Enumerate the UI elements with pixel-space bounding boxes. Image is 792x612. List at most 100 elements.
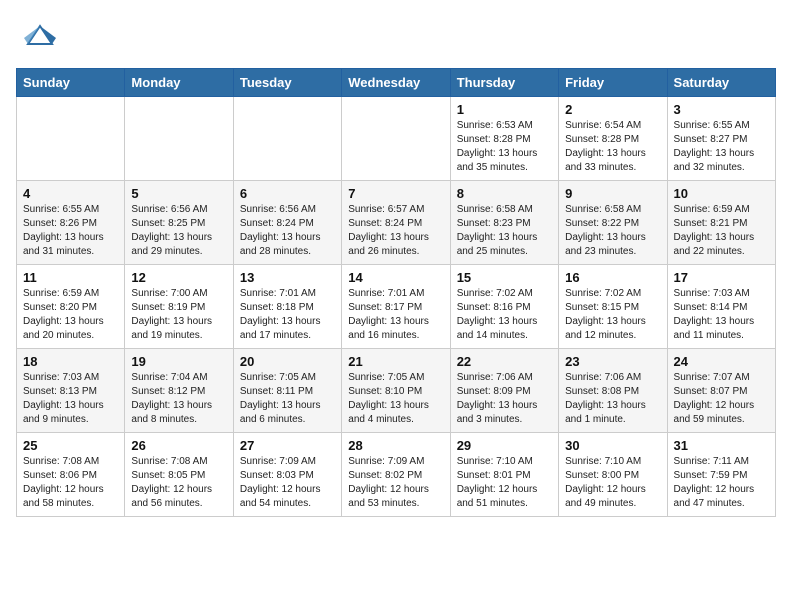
day-number: 16 — [565, 270, 660, 285]
calendar-cell: 24 Sunrise: 7:07 AM Sunset: 8:07 PM Dayli… — [667, 349, 775, 433]
day-info: Sunrise: 6:58 AM Sunset: 8:22 PM Dayligh… — [565, 203, 660, 259]
calendar-cell: 2Sunrise: 6:54 AM Sunset: 8:28 PM Daylig… — [559, 97, 667, 181]
day-info: Sunrise: 7:09 AM Sunset: 8:02 PM Dayligh… — [348, 455, 443, 511]
calendar-cell: 1 Sunrise: 6:53 AM Sunset: 8:28 PM Daylig… — [450, 97, 558, 181]
day-info: Sunrise: 6:53 AM Sunset: 8:28 PM Dayligh… — [457, 119, 552, 175]
calendar-cell: 15 Sunrise: 7:02 AM Sunset: 8:16 PM Dayli… — [450, 265, 558, 349]
day-info: Sunrise: 7:10 AM Sunset: 8:00 PM Dayligh… — [565, 455, 660, 511]
logo-icon — [16, 16, 64, 56]
day-info: Sunrise: 7:02 AM Sunset: 8:16 PM Dayligh… — [457, 287, 552, 343]
calendar-cell — [342, 97, 450, 181]
calendar-cell: 7 Sunrise: 6:57 AM Sunset: 8:24 PM Daylig… — [342, 181, 450, 265]
day-info: Sunrise: 6:56 AM Sunset: 8:25 PM Dayligh… — [131, 203, 226, 259]
day-number: 23 — [565, 354, 660, 369]
calendar-cell — [125, 97, 233, 181]
day-info: Sunrise: 7:06 AM Sunset: 8:08 PM Dayligh… — [565, 371, 660, 427]
calendar-cell: 29Sunrise: 7:10 AM Sunset: 8:01 PM Dayli… — [450, 433, 558, 517]
calendar-week-4: 18 Sunrise: 7:03 AM Sunset: 8:13 PM Dayli… — [17, 349, 776, 433]
day-info: Sunrise: 6:57 AM Sunset: 8:24 PM Dayligh… — [348, 203, 443, 259]
day-number: 11 — [23, 270, 118, 285]
day-number: 30 — [565, 438, 660, 453]
day-info: Sunrise: 7:06 AM Sunset: 8:09 PM Dayligh… — [457, 371, 552, 427]
day-number: 17 — [674, 270, 769, 285]
day-number: 2 — [565, 102, 660, 117]
day-number: 24 — [674, 354, 769, 369]
calendar-cell: 22 Sunrise: 7:06 AM Sunset: 8:09 PM Dayli… — [450, 349, 558, 433]
calendar-cell: 11 Sunrise: 6:59 AM Sunset: 8:20 PM Dayli… — [17, 265, 125, 349]
day-number: 21 — [348, 354, 443, 369]
calendar-cell: 13 Sunrise: 7:01 AM Sunset: 8:18 PM Dayli… — [233, 265, 341, 349]
calendar-header-wednesday: Wednesday — [342, 69, 450, 97]
day-number: 13 — [240, 270, 335, 285]
calendar-cell: 25Sunrise: 7:08 AM Sunset: 8:06 PM Dayli… — [17, 433, 125, 517]
day-info: Sunrise: 7:03 AM Sunset: 8:13 PM Dayligh… — [23, 371, 118, 427]
calendar-header-tuesday: Tuesday — [233, 69, 341, 97]
day-info: Sunrise: 6:59 AM Sunset: 8:21 PM Dayligh… — [674, 203, 769, 259]
calendar-cell: 3Sunrise: 6:55 AM Sunset: 8:27 PM Daylig… — [667, 97, 775, 181]
day-info: Sunrise: 6:55 AM Sunset: 8:26 PM Dayligh… — [23, 203, 118, 259]
day-info: Sunrise: 7:01 AM Sunset: 8:18 PM Dayligh… — [240, 287, 335, 343]
calendar-cell: 18 Sunrise: 7:03 AM Sunset: 8:13 PM Dayli… — [17, 349, 125, 433]
day-info: Sunrise: 6:59 AM Sunset: 8:20 PM Dayligh… — [23, 287, 118, 343]
calendar-cell: 4 Sunrise: 6:55 AM Sunset: 8:26 PM Daylig… — [17, 181, 125, 265]
day-number: 28 — [348, 438, 443, 453]
calendar-cell: 6 Sunrise: 6:56 AM Sunset: 8:24 PM Daylig… — [233, 181, 341, 265]
day-info: Sunrise: 7:11 AM Sunset: 7:59 PM Dayligh… — [674, 455, 769, 511]
calendar-cell: 9 Sunrise: 6:58 AM Sunset: 8:22 PM Daylig… — [559, 181, 667, 265]
day-number: 8 — [457, 186, 552, 201]
day-info: Sunrise: 6:56 AM Sunset: 8:24 PM Dayligh… — [240, 203, 335, 259]
day-number: 15 — [457, 270, 552, 285]
day-number: 3 — [674, 102, 769, 117]
calendar-cell: 12 Sunrise: 7:00 AM Sunset: 8:19 PM Dayli… — [125, 265, 233, 349]
day-info: Sunrise: 7:05 AM Sunset: 8:10 PM Dayligh… — [348, 371, 443, 427]
day-number: 5 — [131, 186, 226, 201]
calendar-week-3: 11 Sunrise: 6:59 AM Sunset: 8:20 PM Dayli… — [17, 265, 776, 349]
day-info: Sunrise: 7:05 AM Sunset: 8:11 PM Dayligh… — [240, 371, 335, 427]
calendar-week-2: 4 Sunrise: 6:55 AM Sunset: 8:26 PM Daylig… — [17, 181, 776, 265]
day-number: 6 — [240, 186, 335, 201]
day-number: 1 — [457, 102, 552, 117]
day-number: 19 — [131, 354, 226, 369]
day-number: 31 — [674, 438, 769, 453]
day-info: Sunrise: 7:07 AM Sunset: 8:07 PM Dayligh… — [674, 371, 769, 427]
day-number: 18 — [23, 354, 118, 369]
calendar-header-friday: Friday — [559, 69, 667, 97]
day-number: 27 — [240, 438, 335, 453]
day-info: Sunrise: 7:01 AM Sunset: 8:17 PM Dayligh… — [348, 287, 443, 343]
calendar-cell: 23 Sunrise: 7:06 AM Sunset: 8:08 PM Dayli… — [559, 349, 667, 433]
calendar-week-5: 25Sunrise: 7:08 AM Sunset: 8:06 PM Dayli… — [17, 433, 776, 517]
day-info: Sunrise: 7:08 AM Sunset: 8:05 PM Dayligh… — [131, 455, 226, 511]
day-number: 12 — [131, 270, 226, 285]
day-number: 22 — [457, 354, 552, 369]
calendar-cell: 31 Sunrise: 7:11 AM Sunset: 7:59 PM Dayli… — [667, 433, 775, 517]
calendar-week-1: 1 Sunrise: 6:53 AM Sunset: 8:28 PM Daylig… — [17, 97, 776, 181]
calendar-cell: 20 Sunrise: 7:05 AM Sunset: 8:11 PM Dayli… — [233, 349, 341, 433]
calendar-header-saturday: Saturday — [667, 69, 775, 97]
day-number: 10 — [674, 186, 769, 201]
calendar-cell: 19 Sunrise: 7:04 AM Sunset: 8:12 PM Dayli… — [125, 349, 233, 433]
day-info: Sunrise: 7:02 AM Sunset: 8:15 PM Dayligh… — [565, 287, 660, 343]
day-number: 7 — [348, 186, 443, 201]
calendar-cell: 5 Sunrise: 6:56 AM Sunset: 8:25 PM Daylig… — [125, 181, 233, 265]
calendar-table: SundayMondayTuesdayWednesdayThursdayFrid… — [16, 68, 776, 517]
calendar-cell: 16 Sunrise: 7:02 AM Sunset: 8:15 PM Dayli… — [559, 265, 667, 349]
calendar-cell: 14Sunrise: 7:01 AM Sunset: 8:17 PM Dayli… — [342, 265, 450, 349]
day-number: 9 — [565, 186, 660, 201]
calendar-cell: 10 Sunrise: 6:59 AM Sunset: 8:21 PM Dayli… — [667, 181, 775, 265]
logo — [16, 16, 68, 56]
day-number: 4 — [23, 186, 118, 201]
day-info: Sunrise: 7:00 AM Sunset: 8:19 PM Dayligh… — [131, 287, 226, 343]
calendar-cell: 27 Sunrise: 7:09 AM Sunset: 8:03 PM Dayli… — [233, 433, 341, 517]
day-info: Sunrise: 7:09 AM Sunset: 8:03 PM Dayligh… — [240, 455, 335, 511]
calendar-header-sunday: Sunday — [17, 69, 125, 97]
day-info: Sunrise: 7:03 AM Sunset: 8:14 PM Dayligh… — [674, 287, 769, 343]
day-number: 20 — [240, 354, 335, 369]
calendar-cell: 26 Sunrise: 7:08 AM Sunset: 8:05 PM Dayli… — [125, 433, 233, 517]
calendar-cell — [17, 97, 125, 181]
day-number: 26 — [131, 438, 226, 453]
calendar-header-row: SundayMondayTuesdayWednesdayThursdayFrid… — [17, 69, 776, 97]
day-info: Sunrise: 6:58 AM Sunset: 8:23 PM Dayligh… — [457, 203, 552, 259]
calendar-cell: 28 Sunrise: 7:09 AM Sunset: 8:02 PM Dayli… — [342, 433, 450, 517]
day-info: Sunrise: 7:04 AM Sunset: 8:12 PM Dayligh… — [131, 371, 226, 427]
day-info: Sunrise: 7:08 AM Sunset: 8:06 PM Dayligh… — [23, 455, 118, 511]
